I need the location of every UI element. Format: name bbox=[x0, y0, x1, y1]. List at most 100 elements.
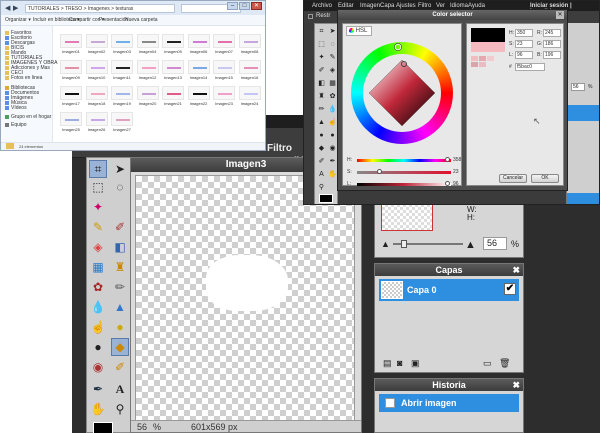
history-item-label[interactable]: Abrir imagen bbox=[401, 398, 457, 408]
image-thumbnail[interactable]: Imagen13 bbox=[162, 60, 184, 80]
image-canvas[interactable] bbox=[135, 175, 355, 422]
hue-slider[interactable] bbox=[357, 157, 451, 162]
image-thumbnail[interactable]: Imagen10 bbox=[85, 60, 108, 80]
image-thumbnail[interactable]: Imagen04 bbox=[136, 34, 159, 54]
navigator-zoom-slider[interactable] bbox=[393, 240, 463, 248]
bucket-tool-icon[interactable]: ◧ bbox=[111, 238, 129, 256]
foreground-color-swatch[interactable] bbox=[93, 422, 113, 433]
layer-name[interactable]: Capa 0 bbox=[407, 285, 437, 295]
image-thumbnail[interactable]: Imagen17 bbox=[60, 86, 82, 106]
h-input[interactable]: 350 bbox=[515, 29, 533, 37]
crop-tool-icon[interactable]: ⌗ bbox=[317, 27, 326, 36]
address-bar[interactable]: TUTORIALES > TRESO > Imagenes > texturas bbox=[25, 4, 175, 13]
marquee-tool-icon[interactable]: ⬚ bbox=[317, 40, 326, 49]
command-button[interactable]: Presentación bbox=[99, 17, 128, 23]
eraser-tool-icon[interactable]: ◈ bbox=[89, 238, 107, 256]
image-thumbnail[interactable]: Imagen21 bbox=[162, 86, 184, 106]
image-thumbnail[interactable]: Imagen14 bbox=[187, 60, 210, 80]
stamp-tool-icon[interactable]: ♜ bbox=[111, 258, 129, 276]
image-thumbnail[interactable]: Imagen27 bbox=[111, 112, 133, 132]
nav-item[interactable]: Grupo en el hogar bbox=[5, 114, 51, 120]
image-thumbnail[interactable]: Imagen07 bbox=[213, 34, 235, 54]
burn-tool-icon[interactable]: ● bbox=[89, 338, 107, 356]
image-thumbnail[interactable]: Imagen24 bbox=[238, 86, 261, 106]
s-input[interactable]: 23 bbox=[515, 40, 533, 48]
zoom-tool-icon[interactable]: ⚲ bbox=[317, 183, 326, 192]
layer-row[interactable]: Capa 0 ✔ bbox=[379, 279, 519, 301]
zoom-in-icon[interactable]: ▲ bbox=[465, 239, 476, 251]
image-thumbnail[interactable]: Imagen11 bbox=[111, 60, 133, 80]
wand-tool-icon[interactable]: ✦ bbox=[89, 198, 107, 216]
image-thumbnail[interactable]: Imagen03 bbox=[111, 34, 133, 54]
lightness-knob[interactable] bbox=[445, 181, 450, 186]
gradient-tool-icon[interactable]: ▦ bbox=[89, 258, 107, 276]
blur-tool-icon[interactable]: 💧 bbox=[328, 105, 337, 114]
image-thumbnail[interactable]: Imagen18 bbox=[85, 86, 108, 106]
navigator-thumbnail[interactable] bbox=[381, 203, 433, 231]
panel-zoom-input[interactable]: 56 bbox=[571, 83, 585, 91]
wand-tool-icon[interactable]: ✦ bbox=[317, 53, 326, 62]
blur-tool-icon[interactable]: 💧 bbox=[89, 298, 107, 316]
pencil-tool-icon[interactable]: ✎ bbox=[328, 53, 337, 62]
nav-item[interactable]: Vídeos bbox=[5, 105, 27, 111]
nav-item[interactable]: Equipo bbox=[5, 122, 27, 128]
drawing-tool-icon[interactable]: ✏ bbox=[317, 105, 326, 114]
forward-arrow-icon[interactable]: ▶ bbox=[13, 4, 18, 12]
move-tool-icon[interactable]: ➤ bbox=[328, 27, 337, 36]
image-thumbnail[interactable]: Imagen25 bbox=[60, 112, 82, 132]
stamp-tool-icon[interactable]: ♜ bbox=[317, 92, 326, 101]
smudge-tool-icon[interactable]: ☝ bbox=[89, 318, 107, 336]
image-thumbnail[interactable]: Imagen16 bbox=[238, 60, 261, 80]
layer-settings-icon[interactable]: ▣ bbox=[411, 358, 420, 369]
text-tool-icon[interactable]: A bbox=[317, 170, 326, 179]
saturation-knob[interactable] bbox=[377, 169, 382, 174]
picker-tool-icon[interactable]: ✒ bbox=[89, 380, 107, 398]
zoom-out-icon[interactable]: ▲ bbox=[381, 239, 390, 249]
crop-tool-icon[interactable]: ⌗ bbox=[89, 160, 107, 178]
checkbox-icon[interactable] bbox=[308, 14, 313, 19]
redeye-tool-icon[interactable]: ◉ bbox=[89, 358, 107, 376]
menu-item[interactable]: Archivo bbox=[312, 3, 332, 9]
foreground-color-swatch[interactable] bbox=[319, 194, 333, 203]
maximize-icon[interactable]: □ bbox=[239, 2, 250, 10]
move-tool-icon[interactable]: ➤ bbox=[111, 160, 129, 178]
image-thumbnail[interactable]: Imagen19 bbox=[111, 86, 133, 106]
navigator-zoom-input[interactable]: 56 bbox=[483, 237, 507, 250]
brush-tool-icon[interactable]: ✐ bbox=[317, 66, 326, 75]
panel-selected-row-2[interactable] bbox=[567, 193, 599, 204]
image-thumbnail[interactable]: Imagen15 bbox=[213, 60, 235, 80]
eraser-tool-icon[interactable]: ◈ bbox=[328, 66, 337, 75]
nav-item[interactable]: Fotos en linea bbox=[5, 75, 42, 81]
trash-icon[interactable]: 🗑 bbox=[499, 358, 510, 369]
minimize-icon[interactable]: – bbox=[227, 2, 238, 10]
tab-hsl[interactable]: HSL bbox=[346, 26, 372, 36]
layer-visibility-checkbox[interactable]: ✔ bbox=[504, 283, 516, 295]
dodge-tool-icon[interactable]: ◆ bbox=[317, 144, 326, 153]
spot-heal-tool-icon[interactable]: ✐ bbox=[317, 157, 326, 166]
text-tool-icon[interactable]: A bbox=[111, 380, 129, 398]
recent-swatch[interactable] bbox=[471, 56, 478, 61]
picker-tool-icon[interactable]: ✒ bbox=[328, 157, 337, 166]
l-input[interactable]: 96 bbox=[515, 51, 533, 59]
sharpen-tool-icon[interactable]: ▲ bbox=[111, 298, 129, 316]
drawing-tool-icon[interactable]: ✏ bbox=[111, 278, 129, 296]
new-layer-icon[interactable]: ▭ bbox=[483, 358, 492, 369]
burn-tool-icon[interactable]: ● bbox=[328, 131, 337, 140]
hue-knob[interactable] bbox=[445, 157, 450, 162]
image-thumbnail[interactable]: Imagen09 bbox=[60, 60, 82, 80]
spot-heal-tool-icon[interactable]: ✐ bbox=[111, 358, 129, 376]
zoom-tool-icon[interactable]: ⚲ bbox=[111, 400, 129, 418]
colorreplace-tool-icon[interactable]: ✿ bbox=[89, 278, 107, 296]
g-input[interactable]: 186 bbox=[543, 40, 561, 48]
bucket-tool-icon[interactable]: ◧ bbox=[317, 79, 326, 88]
hand-tool-icon[interactable]: ✋ bbox=[328, 170, 337, 179]
recent-swatch[interactable] bbox=[479, 56, 486, 61]
image-thumbnail[interactable]: Imagen06 bbox=[187, 34, 210, 54]
image-thumbnail[interactable]: Imagen23 bbox=[213, 86, 235, 106]
hand-tool-icon[interactable]: ✋ bbox=[89, 400, 107, 418]
colorreplace-tool-icon[interactable]: ✿ bbox=[328, 92, 337, 101]
image-thumbnail[interactable]: Imagen08 bbox=[238, 34, 261, 54]
image-thumbnail[interactable]: Imagen05 bbox=[162, 34, 184, 54]
color-wheel[interactable] bbox=[349, 38, 455, 148]
close-icon[interactable]: ✖ bbox=[512, 379, 520, 391]
